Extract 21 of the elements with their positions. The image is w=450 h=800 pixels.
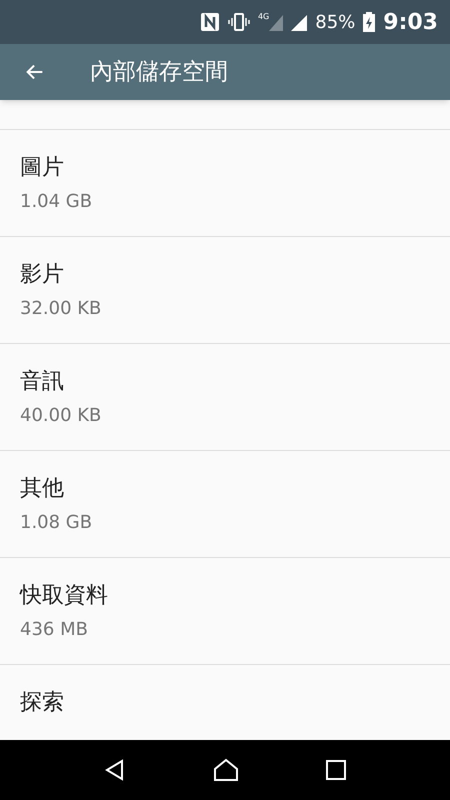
signal-icon [269,13,284,31]
storage-item[interactable]: 探索 [0,665,450,740]
battery-percent: 85% [315,10,356,34]
battery-charging-icon [363,12,376,32]
clock: 9:03 [383,8,438,36]
storage-item[interactable]: 音訊 40.00 KB [0,344,450,451]
nfc-icon [200,12,220,32]
screen-title: 內部儲存空間 [90,58,228,87]
storage-item[interactable]: 圖片 1.04 GB [0,130,450,237]
signal-icon [291,13,308,31]
back-nav-button[interactable] [104,759,126,781]
vibrate-icon [228,12,250,32]
home-icon [212,758,239,782]
back-triangle-icon [104,759,126,781]
home-nav-button[interactable] [212,758,239,782]
recents-nav-button[interactable] [326,760,346,780]
storage-item[interactable]: 其他 1.08 GB [0,451,450,558]
square-icon [326,760,346,780]
storage-item[interactable]: 影片 32.00 KB [0,237,450,344]
network-label: 4G [258,13,270,21]
storage-item[interactable]: 快取資料 436 MB [0,558,450,665]
